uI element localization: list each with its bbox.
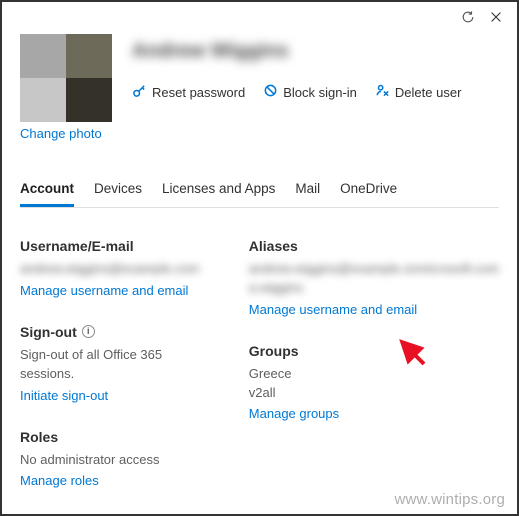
delete-user-label: Delete user [395,85,461,100]
user-display-name: Andrew Wiggins [132,40,499,63]
tab-onedrive[interactable]: OneDrive [340,175,397,207]
tab-account[interactable]: Account [20,175,74,207]
watermark: www.wintips.org [394,491,505,508]
delete-user-action[interactable]: Delete user [375,83,461,101]
groups-heading: Groups [249,343,499,359]
manage-roles-link[interactable]: Manage roles [20,473,219,488]
roles-body: No administrator access [20,451,219,470]
aliases-value-2: a.wiggins [249,279,499,298]
tabs: Account Devices Licenses and Apps Mail O… [20,175,499,208]
roles-heading: Roles [20,429,219,445]
reset-password-label: Reset password [152,85,245,100]
initiate-signout-link[interactable]: Initiate sign-out [20,388,219,403]
delete-user-icon [375,83,390,101]
info-icon[interactable]: i [82,325,95,338]
signout-body: Sign-out of all Office 365 sessions. [20,346,219,384]
username-value: andrew.wiggins@example.com [20,260,219,279]
avatar [20,34,112,122]
change-photo-link[interactable]: Change photo [20,126,118,141]
tab-mail[interactable]: Mail [295,175,320,207]
username-heading: Username/E-mail [20,238,219,254]
manage-groups-link[interactable]: Manage groups [249,406,499,421]
group-item-1: Greece [249,365,499,384]
manage-aliases-link[interactable]: Manage username and email [249,302,499,317]
group-item-2: v2all [249,384,499,403]
signout-heading: Sign-out [20,324,77,340]
refresh-icon[interactable] [461,10,475,27]
aliases-heading: Aliases [249,238,499,254]
block-signin-action[interactable]: Block sign-in [263,83,357,101]
key-icon [132,83,147,101]
tab-licenses[interactable]: Licenses and Apps [162,175,275,207]
block-icon [263,83,278,101]
block-signin-label: Block sign-in [283,85,357,100]
tab-devices[interactable]: Devices [94,175,142,207]
aliases-value-1: andrew.wiggins@example.onmicrosoft.com [249,260,499,279]
close-icon[interactable] [489,10,503,27]
manage-username-link[interactable]: Manage username and email [20,283,219,298]
reset-password-action[interactable]: Reset password [132,83,245,101]
